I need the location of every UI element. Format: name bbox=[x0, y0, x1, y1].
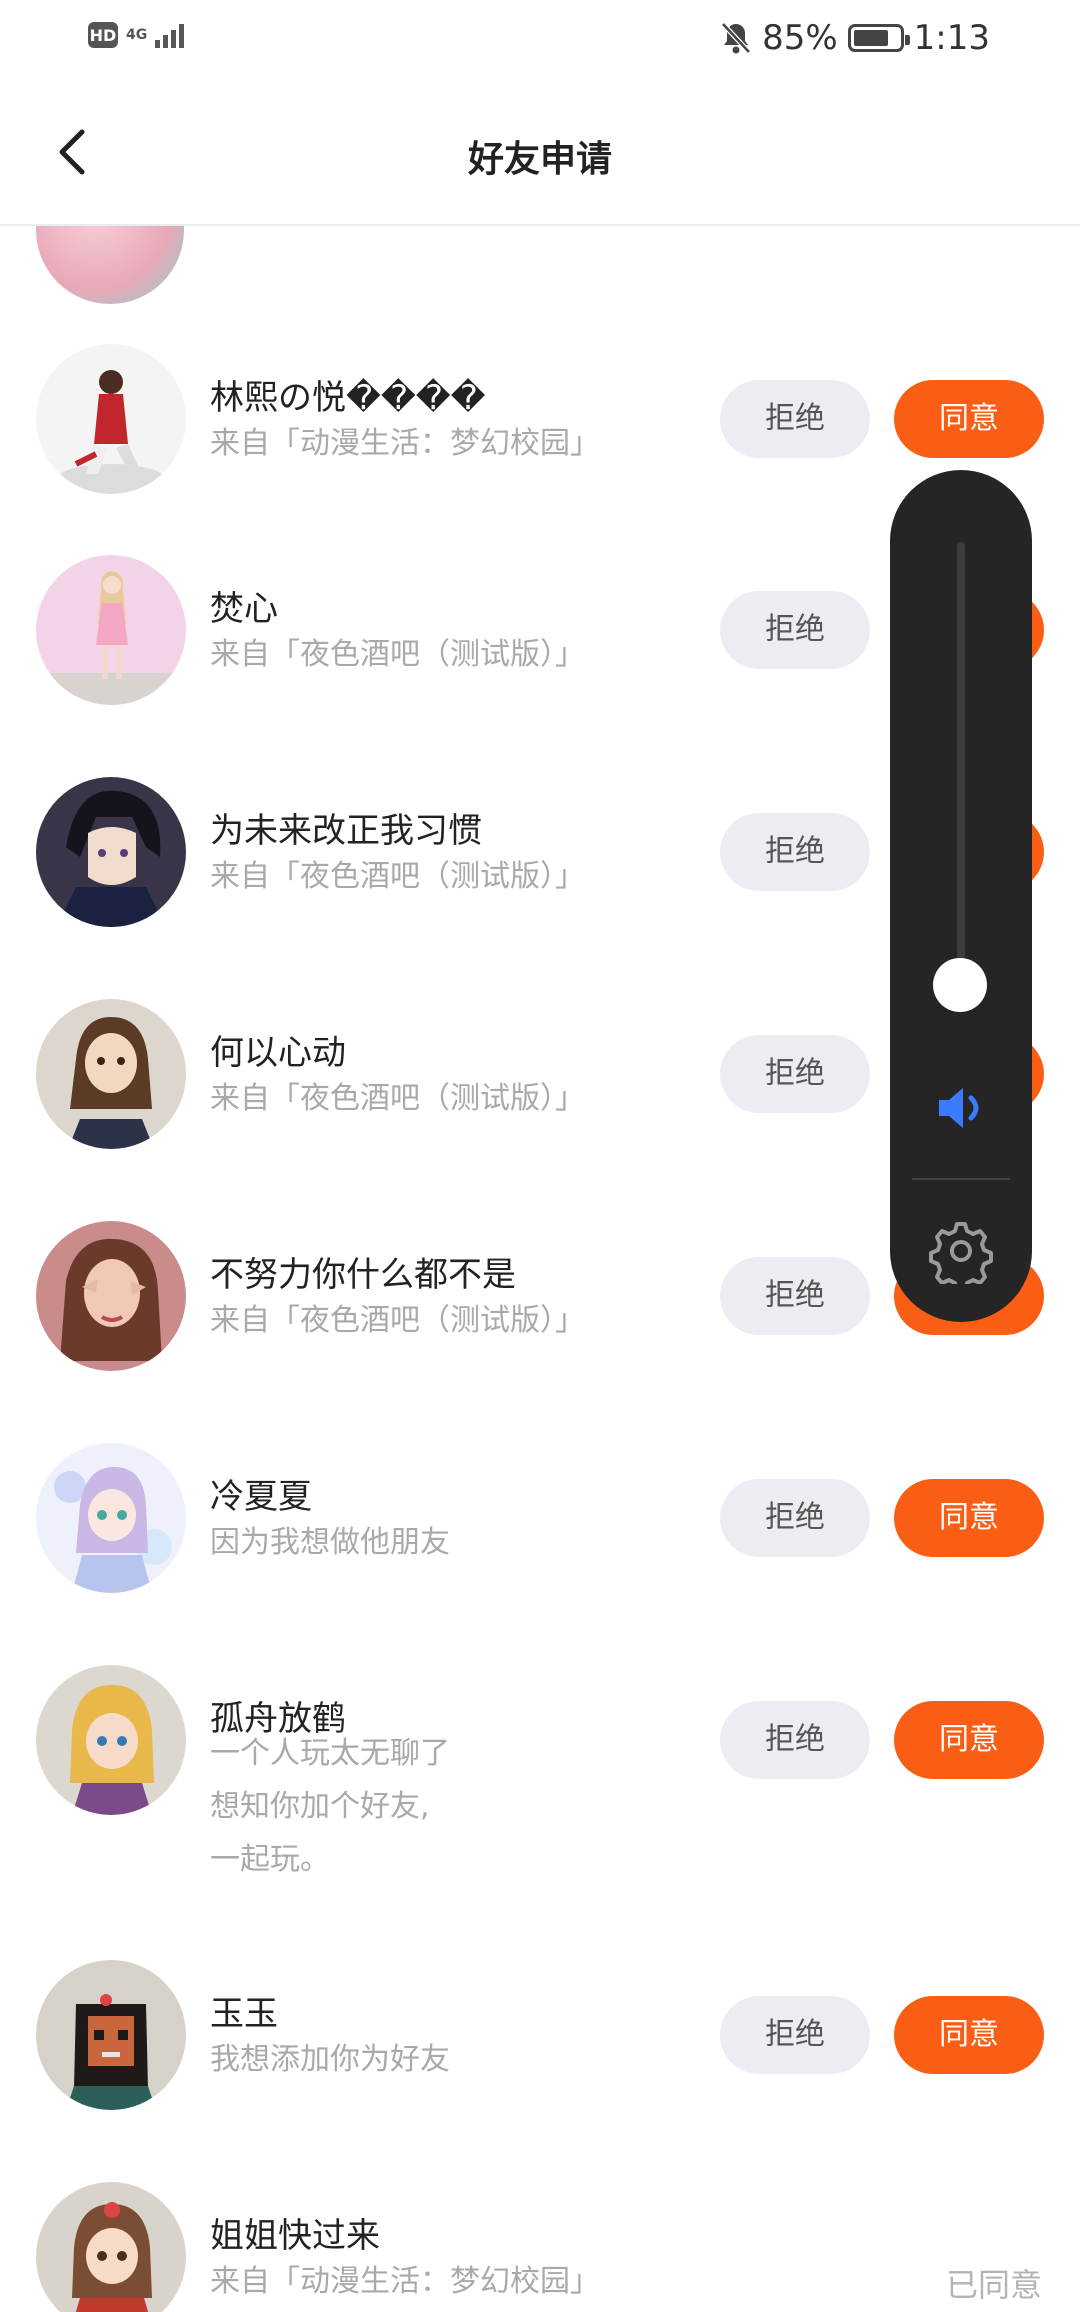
request-source: 来自「夜色酒吧（测试版）」 bbox=[210, 637, 585, 672]
hd-badge: HD bbox=[88, 22, 118, 48]
page-header: 好友申请 bbox=[0, 84, 1080, 226]
page-title: 好友申请 bbox=[467, 139, 612, 180]
avatar[interactable] bbox=[36, 1443, 186, 1593]
request-source: 来自「动漫生活：梦幻校园」 bbox=[210, 2264, 600, 2299]
clock: 1:13 bbox=[913, 18, 990, 58]
reject-button[interactable]: 拒绝 bbox=[720, 1035, 870, 1113]
request-source: 来自「夜色酒吧（测试版）」 bbox=[210, 859, 585, 894]
message-line: 想知你加个好友, bbox=[210, 1789, 430, 1824]
volume-panel[interactable] bbox=[890, 470, 1032, 1322]
divider bbox=[912, 1178, 1010, 1180]
status-bar: HD 4G 85% 1:13 bbox=[0, 0, 1080, 84]
avatar bbox=[36, 226, 184, 304]
volume-slider-knob[interactable] bbox=[933, 958, 987, 1012]
request-message: 因为我想做他朋友 bbox=[210, 1525, 450, 1560]
avatar[interactable] bbox=[36, 344, 186, 494]
request-name: 何以心动 bbox=[210, 1033, 346, 1073]
reject-button[interactable]: 拒绝 bbox=[720, 380, 870, 458]
avatar[interactable] bbox=[36, 2182, 186, 2312]
request-name: 冷夏夏 bbox=[210, 1477, 312, 1517]
request-name: 为未来改正我习惯 bbox=[210, 811, 482, 851]
request-message: 我想添加你为好友 bbox=[210, 2042, 450, 2077]
avatar[interactable] bbox=[36, 1960, 186, 2110]
request-name: 林熙の悦���� bbox=[210, 378, 486, 418]
avatar[interactable] bbox=[36, 1221, 186, 1371]
message-line: 一起玩。 bbox=[210, 1842, 330, 1877]
avatar[interactable] bbox=[36, 1665, 186, 1815]
accepted-status: 已同意 bbox=[945, 2266, 1042, 2304]
accept-button[interactable]: 同意 bbox=[894, 380, 1044, 458]
request-name: 不努力你什么都不是 bbox=[210, 1255, 516, 1295]
network-type: 4G bbox=[126, 26, 148, 43]
avatar[interactable] bbox=[36, 999, 186, 1149]
reject-button[interactable]: 拒绝 bbox=[720, 813, 870, 891]
reject-button[interactable]: 拒绝 bbox=[720, 1479, 870, 1557]
reject-button[interactable]: 拒绝 bbox=[720, 1996, 870, 2074]
battery-icon bbox=[847, 24, 910, 52]
signal-icon bbox=[155, 22, 185, 48]
mute-bell-icon bbox=[721, 22, 751, 54]
status-left: HD 4G bbox=[88, 22, 185, 48]
list-item: 冷夏夏 因为我想做他朋友 拒绝 同意 bbox=[0, 1443, 1080, 1593]
request-name: 玉玉 bbox=[210, 1994, 278, 2034]
reject-button[interactable]: 拒绝 bbox=[720, 1257, 870, 1335]
request-source: 来自「动漫生活：梦幻校园」 bbox=[210, 426, 600, 461]
list-item: 林熙の悦���� 来自「动漫生活：梦幻校园」 拒绝 同意 bbox=[0, 344, 1080, 494]
battery-percent: 85% bbox=[762, 18, 838, 58]
accept-button[interactable]: 同意 bbox=[894, 1479, 1044, 1557]
list-item: 姐姐快过来 来自「动漫生活：梦幻校园」 已同意 bbox=[0, 2182, 1080, 2312]
speaker-icon[interactable] bbox=[933, 1080, 989, 1136]
accept-button[interactable]: 同意 bbox=[894, 1701, 1044, 1779]
volume-slider-track[interactable] bbox=[957, 542, 965, 1012]
reject-button[interactable]: 拒绝 bbox=[720, 591, 870, 669]
message-line: 一个人玩太无聊了 bbox=[210, 1736, 450, 1771]
request-name: 姐姐快过来 bbox=[210, 2216, 380, 2256]
list-item: 玉玉 我想添加你为好友 拒绝 同意 bbox=[0, 1960, 1080, 2110]
avatar[interactable] bbox=[36, 777, 186, 927]
list-item: 孤舟放鹤 一个人玩太无聊了 想知你加个好友, 一起玩。 拒绝 同意 bbox=[0, 1665, 1080, 1895]
request-message: 一个人玩太无聊了 想知你加个好友, 一起玩。 bbox=[210, 1727, 450, 1886]
request-source: 来自「夜色酒吧（测试版）」 bbox=[210, 1081, 585, 1116]
status-right: 85% 1:13 bbox=[720, 18, 990, 58]
request-name: 焚心 bbox=[210, 589, 278, 629]
avatar[interactable] bbox=[36, 555, 186, 705]
gear-icon[interactable] bbox=[928, 1218, 994, 1284]
accept-button[interactable]: 同意 bbox=[894, 1996, 1044, 2074]
request-source: 来自「夜色酒吧（测试版）」 bbox=[210, 1303, 585, 1338]
reject-button[interactable]: 拒绝 bbox=[720, 1701, 870, 1779]
